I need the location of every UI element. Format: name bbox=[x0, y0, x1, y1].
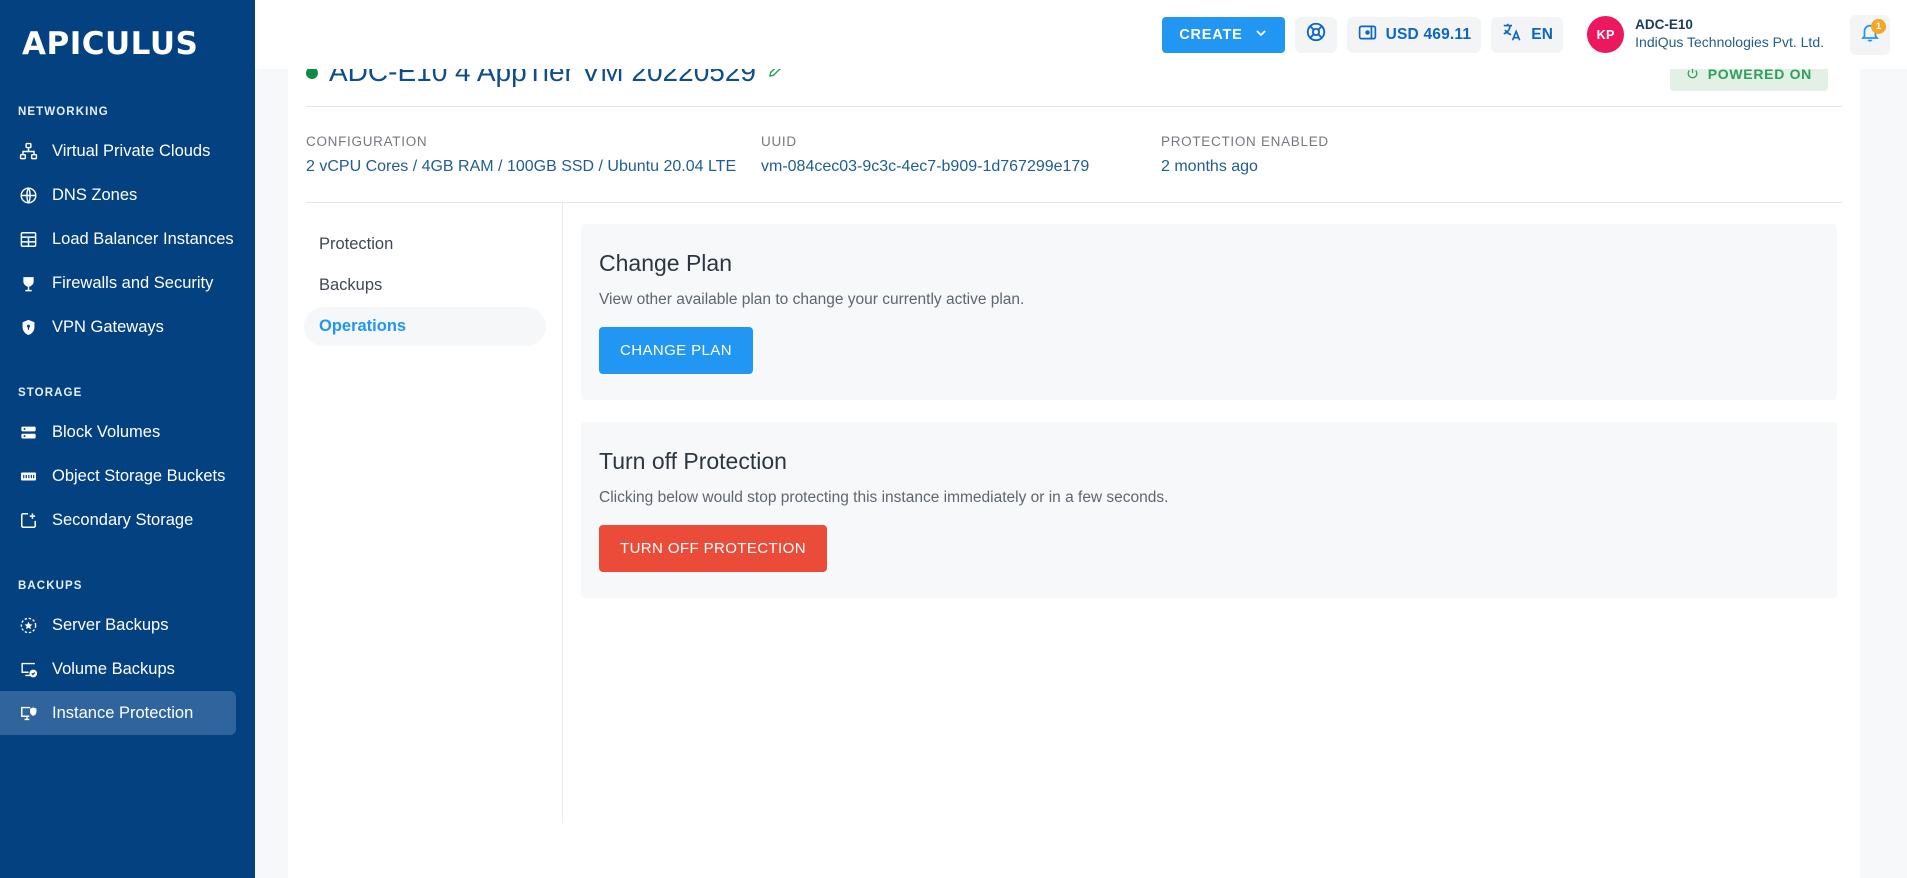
sidebar-item-label: Firewalls and Security bbox=[52, 273, 214, 292]
sidebar-section-backups: BACKUPS Server Backups Volume Backups In… bbox=[0, 580, 255, 735]
sidebar-item-label: Secondary Storage bbox=[52, 510, 194, 529]
sidebar-section-storage: STORAGE Block Volumes Object Storage Buc… bbox=[0, 387, 255, 542]
star-circle-icon bbox=[18, 615, 38, 635]
grid-table-icon bbox=[18, 229, 38, 249]
card-title: Change Plan bbox=[599, 250, 732, 276]
meta-value: vm-084cec03-9c3c-4ec7-b909-1d767299e179 bbox=[761, 158, 1090, 175]
sidebar-item-object-storage-buckets[interactable]: Object Storage Buckets bbox=[0, 454, 236, 498]
user-account-menu[interactable]: KP ADC-E10 IndiQus Technologies Pvt. Ltd… bbox=[1587, 16, 1824, 53]
sidebar-item-label: Block Volumes bbox=[52, 422, 161, 441]
sidebar-item-label: Virtual Private Clouds bbox=[52, 141, 211, 160]
turn-off-protection-button[interactable]: TURN OFF PROTECTION bbox=[599, 525, 827, 572]
instance-detail-panel: ADC-E10 4 AppTier VM 20220529 POWERED ON… bbox=[288, 69, 1860, 878]
change-plan-card: Change Plan View other available plan to… bbox=[581, 224, 1837, 400]
avatar: KP bbox=[1587, 16, 1625, 53]
meta-uuid: UUID vm-084cec03-9c3c-4ec7-b909-1d767299… bbox=[761, 134, 1161, 176]
instance-title-row: ADC-E10 4 AppTier VM 20220529 POWERED ON bbox=[288, 69, 1860, 106]
header-actions: CREATE USD 469.11 EN KP ADC-E10 IndiQus … bbox=[1162, 14, 1890, 55]
wallet-balance-button[interactable]: USD 469.11 bbox=[1346, 16, 1482, 53]
user-name: ADC-E10 bbox=[1635, 17, 1693, 33]
sidebar-item-server-backups[interactable]: Server Backups bbox=[0, 603, 236, 647]
sidebar-item-label: VPN Gateways bbox=[52, 317, 164, 336]
server-stack-icon bbox=[18, 422, 38, 442]
sidebar-item-secondary-storage[interactable]: Secondary Storage bbox=[0, 498, 236, 542]
status-badge-label: POWERED ON bbox=[1707, 69, 1812, 82]
sidebar-section-networking: NETWORKING Virtual Private Clouds DNS Zo… bbox=[0, 106, 255, 349]
sidebar-item-label: Volume Backups bbox=[52, 659, 175, 678]
instance-title-left: ADC-E10 4 AppTier VM 20220529 bbox=[306, 69, 785, 104]
monitor-check-icon bbox=[18, 659, 38, 679]
sidebar-item-virtual-private-clouds[interactable]: Virtual Private Clouds bbox=[0, 129, 236, 173]
tab-label: Protection bbox=[319, 235, 394, 253]
page-title: ADC-E10 4 AppTier VM 20220529 bbox=[329, 69, 756, 87]
sidebar-item-vpn-gateways[interactable]: VPN Gateways bbox=[0, 305, 236, 349]
firewall-shield-icon bbox=[18, 273, 38, 293]
globe-icon bbox=[18, 185, 38, 205]
create-button-label: CREATE bbox=[1179, 26, 1243, 43]
sidebar-item-firewalls-and-security[interactable]: Firewalls and Security bbox=[0, 261, 236, 305]
monitor-shield-icon bbox=[18, 703, 38, 723]
app-root: APICULUS NETWORKING Virtual Private Clou… bbox=[0, 0, 1907, 878]
sidebar-section-title-networking: NETWORKING bbox=[18, 106, 109, 118]
logo-text: APICULUS bbox=[22, 26, 199, 62]
chevron-down-icon bbox=[1254, 26, 1268, 44]
card-description: View other available plan to change your… bbox=[599, 291, 1025, 308]
edit-pencil-icon[interactable] bbox=[767, 69, 785, 84]
operations-pane: Change Plan View other available plan to… bbox=[563, 203, 1860, 823]
detail-split: Protection Backups Operations Change Pla… bbox=[288, 203, 1860, 823]
language-selector[interactable]: EN bbox=[1491, 16, 1564, 53]
meta-label: CONFIGURATION bbox=[306, 134, 428, 149]
sidebar-item-dns-zones[interactable]: DNS Zones bbox=[0, 173, 236, 217]
card-title: Turn off Protection bbox=[599, 448, 787, 474]
sidebar: APICULUS NETWORKING Virtual Private Clou… bbox=[0, 0, 255, 878]
meta-value: 2 months ago bbox=[1161, 158, 1258, 175]
notification-count-badge: 1 bbox=[1871, 18, 1886, 34]
sidebar-section-title-storage: STORAGE bbox=[18, 387, 83, 399]
sidebar-item-label: Object Storage Buckets bbox=[52, 466, 226, 485]
network-nodes-icon bbox=[18, 141, 38, 161]
add-box-icon bbox=[18, 510, 38, 530]
tab-label: Operations bbox=[319, 317, 407, 335]
language-label: EN bbox=[1531, 25, 1554, 43]
status-badge: POWERED ON bbox=[1669, 69, 1828, 91]
sidebar-item-label: DNS Zones bbox=[52, 185, 138, 204]
instance-meta-strip: CONFIGURATION 2 vCPU Cores / 4GB RAM / 1… bbox=[288, 107, 1860, 176]
sidebar-item-label: Load Balancer Instances bbox=[52, 229, 234, 248]
sidebar-item-label: Instance Protection bbox=[52, 703, 194, 722]
sidebar-item-label: Server Backups bbox=[52, 615, 169, 634]
meta-protection-enabled: PROTECTION ENABLED 2 months ago bbox=[1161, 134, 1329, 176]
meta-value: 2 vCPU Cores / 4GB RAM / 100GB SSD / Ubu… bbox=[306, 158, 737, 175]
sidebar-item-load-balancer-instances[interactable]: Load Balancer Instances bbox=[0, 217, 236, 261]
tab-protection[interactable]: Protection bbox=[304, 225, 546, 264]
tab-operations[interactable]: Operations bbox=[304, 307, 546, 346]
meta-label: PROTECTION ENABLED bbox=[1161, 134, 1329, 149]
lifebuoy-icon bbox=[1305, 21, 1327, 48]
logo[interactable]: APICULUS bbox=[0, 0, 255, 62]
card-description: Clicking below would stop protecting thi… bbox=[599, 489, 1169, 506]
detail-tabs: Protection Backups Operations bbox=[288, 203, 563, 823]
tab-label: Backups bbox=[319, 276, 383, 294]
sidebar-item-block-volumes[interactable]: Block Volumes bbox=[0, 410, 236, 454]
top-header: CREATE USD 469.11 EN KP ADC-E10 IndiQus … bbox=[255, 0, 1907, 69]
power-icon bbox=[1687, 69, 1698, 79]
wallet-icon bbox=[1357, 22, 1378, 48]
change-plan-button[interactable]: CHANGE PLAN bbox=[599, 327, 753, 374]
sidebar-item-volume-backups[interactable]: Volume Backups bbox=[0, 647, 236, 691]
status-dot-icon bbox=[306, 69, 318, 79]
support-button[interactable] bbox=[1294, 16, 1337, 53]
sidebar-section-title-backups: BACKUPS bbox=[18, 580, 83, 592]
meta-configuration: CONFIGURATION 2 vCPU Cores / 4GB RAM / 1… bbox=[306, 134, 761, 176]
wallet-balance-label: USD 469.11 bbox=[1385, 25, 1472, 43]
shield-lock-icon bbox=[18, 317, 38, 337]
user-organization: IndiQus Technologies Pvt. Ltd. bbox=[1635, 34, 1824, 51]
tab-backups[interactable]: Backups bbox=[304, 266, 546, 305]
create-button[interactable]: CREATE bbox=[1162, 16, 1285, 53]
meta-label: UUID bbox=[761, 134, 797, 149]
translate-icon bbox=[1501, 21, 1523, 48]
turn-off-protection-card: Turn off Protection Clicking below would… bbox=[581, 422, 1837, 598]
bucket-icon bbox=[18, 466, 38, 486]
user-meta: ADC-E10 IndiQus Technologies Pvt. Ltd. bbox=[1635, 17, 1824, 51]
sidebar-item-instance-protection[interactable]: Instance Protection bbox=[0, 691, 236, 735]
notifications-button[interactable]: 1 bbox=[1850, 14, 1890, 55]
